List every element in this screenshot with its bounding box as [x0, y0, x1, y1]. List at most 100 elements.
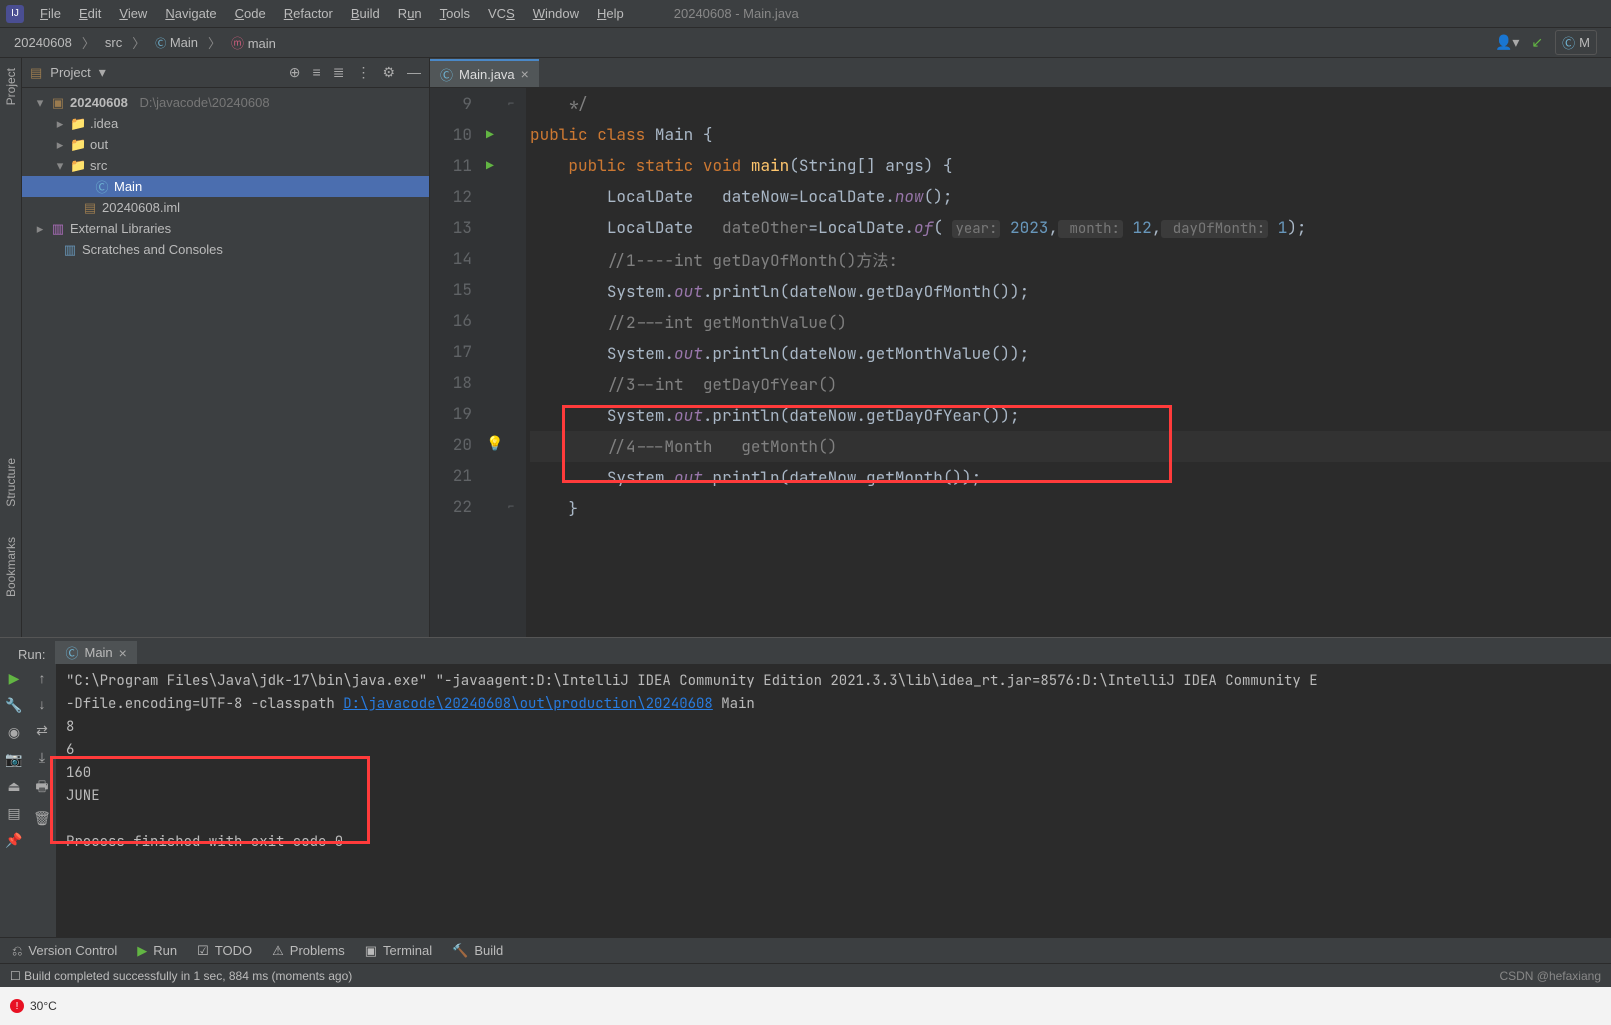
menu-view[interactable]: View — [111, 4, 155, 23]
class-icon: Ⓒ — [440, 65, 453, 84]
scroll-icon[interactable]: ⤓ — [39, 749, 45, 766]
run-tool-window: Run: Ⓒ Main × ▶ 🔧 ◉ 📷 ⏏ ▤ 📌 ↑ ↓ ⇄ ⤓ — [0, 637, 1611, 937]
chevron-down-icon[interactable]: ▾ — [54, 158, 66, 174]
wrench-icon[interactable]: 🔧 — [5, 697, 22, 714]
weather-widget[interactable]: 30°C — [30, 999, 57, 1013]
wrap-icon[interactable]: ⇄ — [36, 722, 48, 739]
rerun-icon[interactable]: ▶ — [9, 670, 20, 687]
fold-gutter: ⌐ ⌐ — [508, 88, 526, 637]
user-icon[interactable]: 👤▾ — [1495, 34, 1519, 51]
hammer-icon: 🔨 — [452, 943, 468, 959]
class-icon: Ⓒ — [1562, 33, 1575, 52]
build-icon[interactable]: ↙ — [1531, 34, 1543, 51]
alert-badge-icon[interactable]: ! — [10, 999, 24, 1013]
tree-folder-out[interactable]: ▸ 📁 out — [22, 134, 429, 155]
dot-icon[interactable]: ◉ — [8, 724, 20, 741]
sidebar-tab-project[interactable]: Project — [4, 68, 18, 105]
chevron-right-icon[interactable]: ▸ — [54, 116, 66, 132]
chevron-right-icon[interactable]: ▸ — [54, 137, 66, 153]
console-line: -Dfile.encoding=UTF-8 -classpath D:\java… — [66, 693, 1601, 716]
method-icon: ⓜ — [231, 36, 244, 51]
breadcrumb-src[interactable]: src — [99, 33, 128, 52]
locate-icon[interactable]: ⊕ — [289, 64, 301, 81]
tool-todo[interactable]: ☑TODO — [197, 943, 252, 959]
run-config-selector[interactable]: ⒸM — [1555, 30, 1597, 55]
classpath-link[interactable]: D:\javacode\20240608\out\production\2024… — [343, 695, 713, 713]
tool-run[interactable]: ▶Run — [137, 943, 177, 959]
chevron-down-icon[interactable]: ▾ — [99, 64, 106, 81]
close-icon[interactable]: × — [119, 645, 127, 661]
code-editor[interactable]: */ public class Main { public static voi… — [526, 88, 1611, 637]
breadcrumb-method[interactable]: ⓜ main — [225, 31, 282, 54]
chevron-right-icon: 〉 — [82, 33, 95, 52]
menu-help[interactable]: Help — [589, 4, 632, 23]
folder-icon: ▤ — [30, 65, 42, 81]
expand-all-icon[interactable]: ≡ — [313, 64, 321, 81]
menu-code[interactable]: Code — [227, 4, 274, 23]
trash-icon[interactable]: 🗑 — [33, 810, 51, 827]
tree-external-libraries[interactable]: ▸ ▥ External Libraries — [22, 218, 429, 239]
menu-navigate[interactable]: Navigate — [157, 4, 224, 23]
breadcrumb-class[interactable]: Ⓒ Main — [149, 33, 204, 53]
chevron-right-icon: 〉 — [132, 33, 145, 52]
menu-file[interactable]: File — [32, 4, 69, 23]
camera-icon[interactable]: 📷 — [5, 751, 22, 768]
library-icon: ▥ — [50, 221, 66, 237]
tree-scratches[interactable]: ▥ Scratches and Consoles — [22, 239, 429, 260]
run-method-icon[interactable]: ▶ — [486, 150, 508, 181]
collapse-all-icon[interactable]: ≣ — [333, 64, 345, 81]
menu-tools[interactable]: Tools — [432, 4, 478, 23]
chevron-right-icon[interactable]: ▸ — [34, 221, 46, 237]
minimize-icon[interactable]: — — [407, 64, 421, 81]
iml-icon: ▤ — [82, 200, 98, 216]
app-logo-icon: IJ — [6, 5, 24, 23]
editor-tab-label: Main.java — [459, 67, 515, 82]
todo-icon: ☑ — [197, 943, 209, 959]
tree-file-main[interactable]: Ⓒ Main — [22, 176, 429, 197]
chevron-down-icon[interactable]: ▾ — [34, 95, 46, 111]
tree-folder-src[interactable]: ▾ 📁 src — [22, 155, 429, 176]
scratches-icon: ▥ — [62, 242, 78, 258]
tree-folder-idea[interactable]: ▸ 📁 .idea — [22, 113, 429, 134]
menu-edit[interactable]: Edit — [71, 4, 109, 23]
menu-build[interactable]: Build — [343, 4, 388, 23]
console-line: "C:\Program Files\Java\jdk-17\bin\java.e… — [66, 670, 1601, 693]
console-output[interactable]: "C:\Program Files\Java\jdk-17\bin\java.e… — [56, 664, 1611, 937]
tool-version-control[interactable]: ⎌Version Control — [12, 943, 117, 959]
os-taskbar: ! 30°C — [0, 987, 1611, 1025]
tool-problems[interactable]: ⚠Problems — [272, 943, 345, 959]
sidebar-tab-bookmarks[interactable]: Bookmarks — [4, 537, 18, 597]
navigation-bar: 20240608 〉 src 〉 Ⓒ Main 〉 ⓜ main 👤▾ ↙ ⒸM — [0, 28, 1611, 58]
intention-bulb-icon[interactable]: 💡 — [486, 429, 508, 460]
gear-icon[interactable]: ⚙ — [382, 64, 395, 81]
editor-tab-main[interactable]: Ⓒ Main.java × — [430, 59, 539, 87]
bottom-tool-stripe: ⎌Version Control ▶Run ☑TODO ⚠Problems ▣T… — [0, 937, 1611, 963]
exit-icon[interactable]: ⏏ — [7, 778, 20, 795]
menu-window[interactable]: Window — [525, 4, 587, 23]
breadcrumb-project[interactable]: 20240608 — [8, 33, 78, 52]
run-tab-main[interactable]: Ⓒ Main × — [55, 641, 136, 664]
down-arrow-icon[interactable]: ↓ — [39, 696, 46, 712]
layout-icon[interactable]: ▤ — [7, 805, 20, 822]
line-number-gutter: 910111213141516171819202122 — [430, 88, 486, 637]
close-icon[interactable]: × — [521, 66, 529, 82]
menu-refactor[interactable]: Refactor — [276, 4, 341, 23]
class-icon: Ⓒ — [65, 643, 78, 662]
divider-icon: ⋮ — [356, 64, 370, 81]
editor-area: Ⓒ Main.java × 91011121314151617181920212… — [430, 58, 1611, 637]
up-arrow-icon[interactable]: ↑ — [39, 670, 46, 686]
run-class-icon[interactable]: ▶ — [486, 119, 508, 150]
tool-build[interactable]: 🔨Build — [452, 943, 503, 959]
tool-terminal[interactable]: ▣Terminal — [365, 943, 432, 959]
sidebar-tab-structure[interactable]: Structure — [4, 458, 18, 507]
menu-run[interactable]: Run — [390, 4, 430, 23]
warning-icon: ⚠ — [272, 943, 284, 959]
watermark-text: CSDN @hefaxiang — [1499, 969, 1601, 983]
console-line: JUNE — [66, 785, 1601, 808]
branch-icon: ⎌ — [12, 943, 22, 959]
print-icon[interactable]: 🖶 — [35, 776, 48, 800]
pin-icon[interactable]: 📌 — [5, 832, 22, 849]
tree-file-iml[interactable]: ▤ 20240608.iml — [22, 197, 429, 218]
tree-project-root[interactable]: ▾ ▣ 20240608 D:\javacode\20240608 — [22, 92, 429, 113]
menu-vcs[interactable]: VCS — [480, 4, 523, 23]
